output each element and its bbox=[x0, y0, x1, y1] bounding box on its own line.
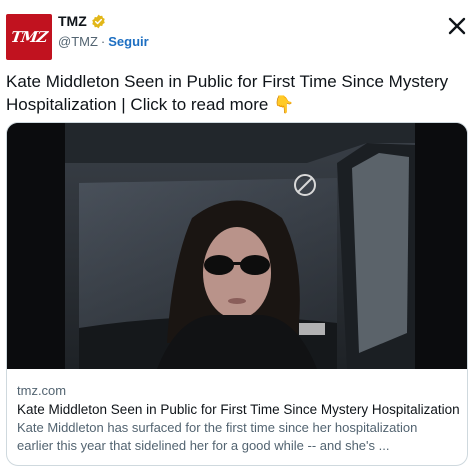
link-card[interactable]: tmz.com Kate Middleton Seen in Public fo… bbox=[6, 122, 468, 466]
avatar-logo: TMZ bbox=[9, 28, 49, 46]
card-description-line: earlier this year that sidelined her for… bbox=[17, 438, 390, 453]
tweet-text-line[interactable]: Hospitalization | Click to read more 👇 bbox=[6, 93, 468, 116]
user-block: TMZ @TMZ · Seguir bbox=[58, 12, 149, 49]
follow-button[interactable]: Seguir bbox=[108, 34, 148, 49]
card-meta[interactable]: tmz.com Kate Middleton Seen in Public fo… bbox=[7, 370, 467, 455]
avatar[interactable]: TMZ bbox=[6, 14, 52, 60]
card-description-line: Kate Middleton has surfaced for the firs… bbox=[17, 420, 418, 435]
handle-row: @TMZ · Seguir bbox=[58, 34, 149, 49]
handle-separator: · bbox=[100, 34, 106, 49]
display-name[interactable]: TMZ bbox=[58, 13, 87, 29]
tweet-text: Kate Middleton Seen in Public for First … bbox=[6, 70, 468, 116]
card-title[interactable]: Kate Middleton Seen in Public for First … bbox=[17, 400, 459, 419]
tweet-header: TMZ TMZ @TMZ · Seguir bbox=[6, 9, 468, 61]
close-icon[interactable] bbox=[446, 15, 468, 37]
card-photo[interactable] bbox=[7, 123, 467, 369]
handle[interactable]: @TMZ bbox=[58, 34, 98, 49]
card-domain: tmz.com bbox=[17, 383, 67, 398]
tweet-text-line: Kate Middleton Seen in Public for First … bbox=[6, 72, 449, 91]
verified-badge-icon bbox=[91, 14, 106, 29]
name-row: TMZ bbox=[58, 12, 149, 30]
